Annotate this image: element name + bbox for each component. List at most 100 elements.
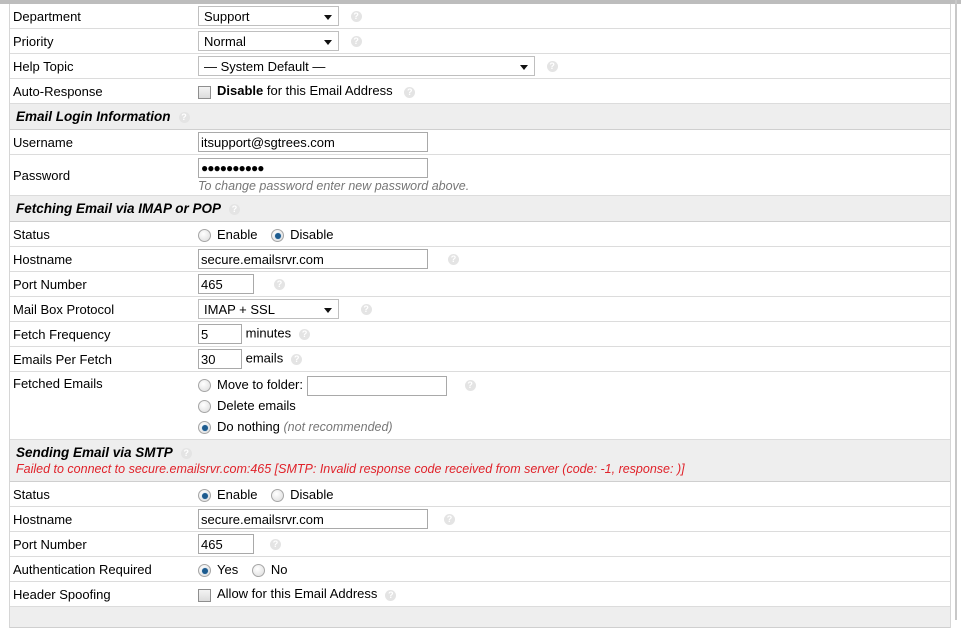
fetch-port-input[interactable]: 465 xyxy=(198,274,254,294)
help-topic-label: Help Topic xyxy=(10,53,198,79)
chevron-down-icon xyxy=(324,40,332,45)
move-to-folder-label: Move to folder: xyxy=(217,377,303,392)
fetch-frequency-input[interactable]: 5 xyxy=(198,324,242,344)
do-nothing-label: Do nothing xyxy=(217,419,280,434)
move-to-folder-radio[interactable] xyxy=(198,379,211,393)
help-topic-value: — System Default — xyxy=(204,59,326,74)
help-icon[interactable]: ? xyxy=(299,328,311,340)
fetch-disable-label: Disable xyxy=(290,226,334,242)
window-edge xyxy=(955,0,957,620)
smtp-auth-label: Authentication Required xyxy=(10,556,198,582)
fetch-frequency-label: Fetch Frequency xyxy=(10,321,198,347)
help-icon[interactable]: ? xyxy=(404,86,416,98)
smtp-status-row: Status Enable Disable xyxy=(10,481,950,507)
login-section-header: Email Login Information? xyxy=(10,103,950,130)
smtp-disable-radio[interactable] xyxy=(271,489,285,503)
fetched-emails-row: Fetched Emails Move to folder: ? Delete … xyxy=(10,371,950,440)
header-spoofing-label: Header Spoofing xyxy=(10,581,198,607)
department-row: Department Support ? xyxy=(10,4,950,29)
email-settings-form: Department Support ? Priority Normal ? H… xyxy=(9,4,951,628)
help-icon[interactable]: ? xyxy=(350,35,362,47)
fetch-hostname-label: Hostname xyxy=(10,246,198,272)
help-icon[interactable]: ? xyxy=(385,589,397,601)
header-spoofing-checkbox[interactable] xyxy=(198,588,211,602)
help-icon[interactable]: ? xyxy=(546,60,558,72)
move-folder-input[interactable] xyxy=(306,375,447,396)
auto-response-bold: Disable xyxy=(217,83,264,99)
fetch-status-row: Status Enable Disable xyxy=(10,221,950,247)
priority-label: Priority xyxy=(10,28,198,54)
smtp-enable-radio[interactable] xyxy=(198,489,211,503)
smtp-status-label: Status xyxy=(10,481,198,507)
username-label: Username xyxy=(10,129,198,155)
chevron-down-icon xyxy=(324,308,332,313)
fetch-disable-radio[interactable] xyxy=(271,229,285,243)
fetch-hostname-row: Hostname secure.emailsrvr.com? xyxy=(10,246,950,272)
help-icon[interactable]: ? xyxy=(229,203,241,215)
fetch-enable-label: Enable xyxy=(217,226,258,242)
auth-yes-radio[interactable] xyxy=(198,564,211,578)
chevron-down-icon xyxy=(324,15,332,20)
fetching-section-title: Fetching Email via IMAP or POP xyxy=(16,201,222,216)
smtp-section-title: Sending Email via SMTP xyxy=(16,445,173,460)
help-icon[interactable]: ? xyxy=(448,253,459,265)
priority-select[interactable]: Normal xyxy=(198,31,339,51)
protocol-select[interactable]: IMAP + SSL xyxy=(198,299,339,319)
help-icon[interactable]: ? xyxy=(350,10,362,22)
emails-per-fetch-unit: emails xyxy=(245,350,284,366)
auth-no-radio[interactable] xyxy=(251,564,265,578)
header-spoofing-text: Allow for this Email Address xyxy=(217,586,378,602)
fetch-frequency-row: Fetch Frequency 5 minutes? xyxy=(10,321,950,347)
do-nothing-radio[interactable] xyxy=(198,421,211,435)
next-section-header xyxy=(10,606,950,628)
smtp-port-row: Port Number 465? xyxy=(10,531,950,557)
do-nothing-hint: (not recommended) xyxy=(283,420,393,434)
login-section-title: Email Login Information xyxy=(16,109,171,124)
department-value: Support xyxy=(204,9,250,24)
help-topic-row: Help Topic — System Default — ? xyxy=(10,53,950,79)
password-row: Password ●●●●●●●●●● To change password e… xyxy=(10,154,950,196)
help-icon[interactable]: ? xyxy=(444,513,455,525)
fetch-frequency-unit: minutes xyxy=(245,325,292,341)
help-icon[interactable]: ? xyxy=(360,303,372,315)
fetch-hostname-input[interactable]: secure.emailsrvr.com xyxy=(198,249,428,269)
smtp-port-input[interactable]: 465 xyxy=(198,534,254,554)
priority-row: Priority Normal ? xyxy=(10,28,950,54)
protocol-value: IMAP + SSL xyxy=(204,302,275,317)
smtp-auth-row: Authentication Required Yes No xyxy=(10,556,950,582)
username-input[interactable]: itsupport@sgtrees.com xyxy=(198,132,428,152)
fetch-status-label: Status xyxy=(10,221,198,247)
smtp-error-message: Failed to connect to secure.emailsrvr.co… xyxy=(16,462,685,476)
emails-per-fetch-label: Emails Per Fetch xyxy=(10,346,198,372)
password-hint: To change password enter new password ab… xyxy=(198,178,470,193)
help-icon[interactable]: ? xyxy=(270,538,281,550)
help-icon[interactable]: ? xyxy=(178,111,190,123)
department-label: Department xyxy=(10,4,198,29)
username-row: Username itsupport@sgtrees.com xyxy=(10,129,950,155)
fetched-emails-label: Fetched Emails xyxy=(10,371,198,440)
protocol-label: Mail Box Protocol xyxy=(10,296,198,322)
smtp-section-header: Sending Email via SMTP? Failed to connect… xyxy=(10,439,950,482)
help-icon[interactable]: ? xyxy=(274,278,285,290)
fetch-enable-radio[interactable] xyxy=(198,229,211,243)
delete-emails-radio[interactable] xyxy=(198,400,211,414)
password-label: Password xyxy=(10,154,198,196)
emails-per-fetch-input[interactable]: 30 xyxy=(198,349,242,369)
header-spoofing-row: Header Spoofing Allow for this Email Add… xyxy=(10,581,950,607)
priority-value: Normal xyxy=(204,34,246,49)
smtp-hostname-label: Hostname xyxy=(10,506,198,532)
password-input[interactable]: ●●●●●●●●●● xyxy=(198,157,428,178)
department-select[interactable]: Support xyxy=(198,6,339,26)
help-icon[interactable]: ? xyxy=(464,380,476,392)
auth-yes-label: Yes xyxy=(217,561,239,577)
smtp-disable-label: Disable xyxy=(290,486,334,502)
smtp-hostname-input[interactable]: secure.emailsrvr.com xyxy=(198,509,428,529)
emails-per-fetch-row: Emails Per Fetch 30 emails? xyxy=(10,346,950,372)
fetch-port-row: Port Number 465? xyxy=(10,271,950,297)
help-topic-select[interactable]: — System Default — xyxy=(198,56,535,76)
smtp-enable-label: Enable xyxy=(217,486,258,502)
help-icon[interactable]: ? xyxy=(291,353,303,365)
auto-response-checkbox[interactable] xyxy=(198,85,211,99)
delete-emails-label: Delete emails xyxy=(217,398,296,413)
help-icon[interactable]: ? xyxy=(180,447,192,459)
